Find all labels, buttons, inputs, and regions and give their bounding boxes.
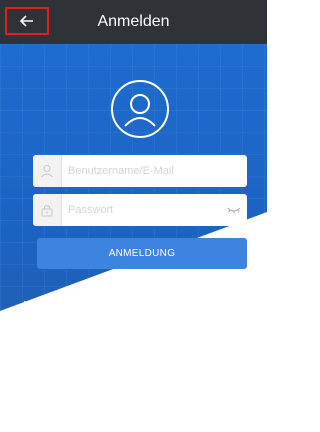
- app-header: Anmelden: [0, 0, 267, 44]
- username-input[interactable]: [62, 155, 247, 187]
- user-avatar-icon: [111, 80, 169, 138]
- watermark-stripes: [20, 332, 140, 422]
- login-link[interactable]: Anmeldung: [22, 300, 62, 309]
- back-button[interactable]: [5, 7, 49, 35]
- user-icon: [33, 155, 62, 187]
- login-button[interactable]: ANMELDUNG: [37, 238, 247, 269]
- eye-icon[interactable]: [221, 194, 247, 226]
- password-field: [33, 194, 247, 226]
- back-arrow-icon: [20, 15, 33, 27]
- lock-icon: [33, 194, 62, 226]
- login-screen: rheit Anmelden Benutzername/E-Mail ANMEL…: [0, 0, 267, 432]
- username-field: [33, 155, 247, 187]
- password-input[interactable]: [62, 194, 221, 226]
- forgot-password-link[interactable]: Passwort vergessen?: [171, 300, 247, 309]
- page-title: Anmelden: [97, 13, 170, 30]
